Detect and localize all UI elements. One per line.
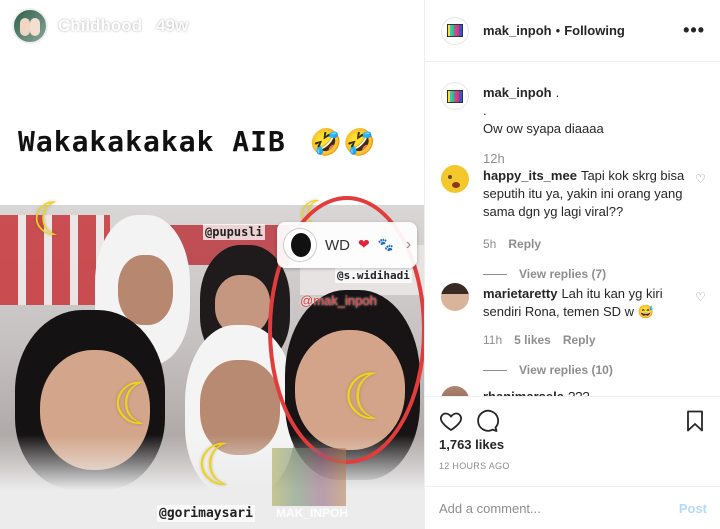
comment-meta: 5h Reply [483, 235, 693, 253]
header-username[interactable]: mak_inpoh [483, 23, 552, 38]
replies-divider [483, 369, 507, 371]
comment-username[interactable]: happy_its_mee [483, 168, 577, 183]
reply-button[interactable]: Reply [508, 235, 541, 253]
replies-divider [483, 273, 507, 275]
following-button[interactable]: Following [564, 23, 625, 38]
post-actions: 1,763 likes 12 HOURS AGO [425, 396, 720, 486]
comment-time: 5h [483, 237, 497, 251]
comment-time: 11h [483, 333, 503, 347]
story-header: Childhood 49w [12, 8, 188, 44]
caption-line: . [555, 85, 560, 100]
reply-button[interactable]: Reply [563, 331, 596, 349]
header-separator: • [555, 23, 561, 38]
caption-line: Ow ow syapa diaaaa [483, 121, 604, 136]
comment-username[interactable]: rhanimarsela [483, 389, 564, 396]
comment-input[interactable] [439, 500, 679, 516]
post-sidebar: mak_inpoh • Following ••• mak_inpoh. . O… [424, 0, 720, 529]
comment-body: marietaretty Lah itu kan yg kiri sendiri … [483, 285, 693, 379]
view-replies-label: View replies (7) [519, 267, 607, 281]
comment-username[interactable]: marietaretty [483, 286, 557, 301]
caption-body: mak_inpoh. . Ow ow syapa diaaaa 12h [483, 84, 693, 168]
commenter-avatar[interactable] [441, 165, 469, 193]
tv-logo-avatar[interactable] [441, 16, 469, 45]
story-title: Childhood [58, 16, 143, 35]
moon-sticker-icon: ☾ [112, 370, 164, 438]
likes-count[interactable]: 1,763 likes [439, 437, 504, 452]
comment-text: ??? [568, 389, 590, 396]
view-replies-button[interactable]: View replies (10) [483, 361, 693, 379]
mention-name: WD [325, 236, 350, 254]
comment-item: happy_its_mee Tapi kok skrg bisa seputih … [441, 165, 707, 281]
more-options-icon[interactable]: ••• [683, 20, 705, 41]
mention-card[interactable]: WD ❤ 🐾 › [277, 222, 417, 268]
laughing-emoji-icon: 🤣🤣 [309, 128, 377, 158]
caption-line: . [483, 103, 487, 118]
comment-body: happy_its_mee Tapi kok skrg bisa seputih … [483, 167, 693, 283]
story-image: Childhood 49w Wakakakakak AIB 🤣🤣 ☾ ☾ ☾ ☾… [0, 0, 424, 529]
story-age: 49w [156, 16, 189, 35]
view-replies-button[interactable]: View replies (7) [483, 265, 693, 283]
moon-sticker-icon: ☾ [32, 192, 74, 246]
heart-icon: ❤ [358, 237, 370, 253]
like-comment-heart-icon[interactable]: ♡ [695, 173, 707, 185]
story-caption-text: Wakakakakak AIB [18, 125, 286, 158]
like-comment-heart-icon[interactable]: ♡ [695, 291, 707, 303]
tv-screen-icon [447, 24, 463, 37]
moon-sticker-icon: ☾ [196, 431, 248, 499]
chevron-right-icon: › [405, 236, 412, 253]
story-avatar[interactable] [12, 8, 48, 44]
tv-screen-icon [447, 89, 463, 103]
user-tag-red: @mak_inpoh [300, 293, 377, 308]
add-comment-bar: Post [425, 486, 720, 529]
comment-body: rhanimarsela??? [483, 388, 693, 396]
watermark-logo [272, 448, 346, 506]
view-replies-label: View replies (10) [519, 363, 613, 377]
commenter-avatar[interactable] [441, 386, 469, 396]
post-timestamp[interactable]: 12 HOURS AGO [439, 461, 510, 471]
comments-list[interactable]: mak_inpoh. . Ow ow syapa diaaaa 12h happ… [425, 62, 720, 396]
watermark-text: MAK_INPOH [276, 506, 349, 520]
paw-icon: 🐾 [377, 237, 394, 253]
post-header: mak_inpoh • Following ••• [425, 0, 720, 62]
caption-avatar[interactable] [441, 82, 469, 110]
story-caption: Wakakakakak AIB 🤣🤣 [18, 125, 376, 158]
story-caption-area: Childhood 49w Wakakakakak AIB 🤣🤣 [0, 0, 424, 205]
comment-bubble-icon[interactable] [475, 409, 499, 433]
user-tag: @gorimaysari [157, 505, 255, 522]
comment-meta: 11h 5 likes Reply [483, 331, 693, 349]
caption-username[interactable]: mak_inpoh [483, 85, 552, 100]
like-heart-icon[interactable] [439, 409, 463, 433]
post-comment-button[interactable]: Post [679, 501, 707, 516]
comment-likes[interactable]: 5 likes [514, 331, 551, 349]
bookmark-icon[interactable] [683, 409, 707, 433]
mention-avatar [283, 228, 317, 262]
person-face [118, 255, 173, 325]
commenter-avatar[interactable] [441, 283, 469, 311]
user-tag: @pupusli [203, 224, 265, 240]
